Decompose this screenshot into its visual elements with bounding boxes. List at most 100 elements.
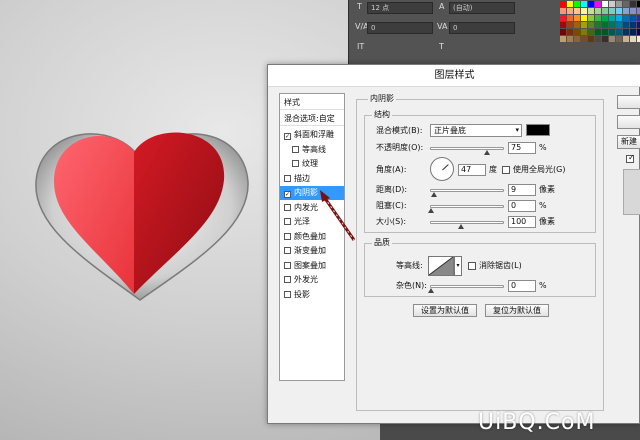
- color-swatch[interactable]: [574, 36, 580, 42]
- color-swatch[interactable]: [567, 8, 573, 14]
- cancel-button[interactable]: [617, 115, 640, 129]
- style-checkbox[interactable]: [292, 145, 299, 153]
- color-swatch[interactable]: [623, 15, 629, 21]
- style-list-item[interactable]: 投影: [280, 288, 344, 302]
- color-swatch[interactable]: [602, 1, 608, 7]
- color-swatch[interactable]: [560, 36, 566, 42]
- color-swatch[interactable]: [630, 8, 636, 14]
- color-swatch[interactable]: [623, 8, 629, 14]
- color-swatch[interactable]: [560, 8, 566, 14]
- style-list-header[interactable]: 样式: [280, 96, 344, 110]
- color-swatch[interactable]: [567, 22, 573, 28]
- style-list-item[interactable]: 纹理: [280, 157, 344, 171]
- set-default-button[interactable]: 设置为默认值: [413, 304, 477, 317]
- style-list-item[interactable]: 等高线: [280, 143, 344, 157]
- color-swatch[interactable]: [574, 15, 580, 21]
- size-slider[interactable]: [430, 221, 504, 229]
- style-checkbox[interactable]: [284, 174, 291, 182]
- kerning-field[interactable]: 0: [367, 22, 433, 34]
- choke-input[interactable]: 0: [508, 200, 536, 212]
- color-swatch[interactable]: [616, 29, 622, 35]
- new-style-button[interactable]: 新建: [617, 135, 640, 149]
- color-swatch[interactable]: [630, 1, 636, 7]
- style-checkbox[interactable]: ✓: [284, 133, 291, 140]
- color-swatch[interactable]: [602, 15, 608, 21]
- color-swatch[interactable]: [567, 36, 573, 42]
- contour-preview[interactable]: [428, 256, 454, 276]
- color-swatch[interactable]: [609, 29, 615, 35]
- shadow-color-swatch[interactable]: [526, 124, 550, 136]
- style-list-item[interactable]: 图案叠加: [280, 259, 344, 273]
- color-swatch[interactable]: [595, 15, 601, 21]
- color-swatch[interactable]: [602, 36, 608, 42]
- color-swatch[interactable]: [609, 36, 615, 42]
- color-swatch[interactable]: [630, 29, 636, 35]
- style-checkbox[interactable]: [284, 203, 291, 211]
- color-swatch[interactable]: [581, 29, 587, 35]
- color-swatch[interactable]: [609, 15, 615, 21]
- reset-default-button[interactable]: 复位为默认值: [485, 304, 549, 317]
- color-swatch[interactable]: [609, 22, 615, 28]
- font-size-field[interactable]: 12 点: [367, 2, 433, 14]
- color-swatch[interactable]: [588, 29, 594, 35]
- color-swatch[interactable]: [588, 36, 594, 42]
- size-slider-thumb[interactable]: [457, 224, 464, 229]
- color-swatch[interactable]: [623, 22, 629, 28]
- color-swatch[interactable]: [623, 36, 629, 42]
- opacity-slider-thumb[interactable]: [483, 150, 490, 155]
- noise-slider-thumb[interactable]: [428, 288, 434, 293]
- distance-slider[interactable]: [430, 189, 504, 197]
- color-swatch[interactable]: [567, 1, 573, 7]
- blend-mode-select[interactable]: 正片叠底 ▾: [430, 124, 522, 137]
- color-swatch[interactable]: [623, 1, 629, 7]
- angle-dial[interactable]: [430, 157, 454, 181]
- color-swatch[interactable]: [581, 36, 587, 42]
- global-light-checkbox[interactable]: [502, 166, 510, 174]
- color-swatch[interactable]: [581, 15, 587, 21]
- color-swatch[interactable]: [588, 15, 594, 21]
- color-swatch[interactable]: [616, 15, 622, 21]
- distance-slider-thumb[interactable]: [430, 192, 437, 197]
- color-swatch[interactable]: [574, 8, 580, 14]
- color-swatch[interactable]: [602, 8, 608, 14]
- color-swatch[interactable]: [588, 22, 594, 28]
- blend-options-item[interactable]: 混合选项:自定: [280, 112, 344, 126]
- color-swatch[interactable]: [574, 22, 580, 28]
- tracking-field[interactable]: 0: [449, 22, 515, 34]
- color-swatch[interactable]: [616, 36, 622, 42]
- color-swatch[interactable]: [616, 22, 622, 28]
- color-swatch[interactable]: [560, 22, 566, 28]
- ok-button[interactable]: [617, 95, 640, 109]
- noise-slider[interactable]: [428, 285, 504, 293]
- style-checkbox[interactable]: ✓: [284, 191, 291, 198]
- color-swatch[interactable]: [630, 36, 636, 42]
- color-swatch[interactable]: [595, 36, 601, 42]
- color-swatch[interactable]: [595, 8, 601, 14]
- style-checkbox[interactable]: [284, 276, 291, 283]
- color-swatch[interactable]: [623, 29, 629, 35]
- choke-slider-thumb[interactable]: [428, 208, 434, 213]
- color-swatch[interactable]: [595, 22, 601, 28]
- color-swatch[interactable]: [630, 22, 636, 28]
- style-checkbox[interactable]: [284, 218, 291, 225]
- color-swatch[interactable]: [581, 22, 587, 28]
- noise-input[interactable]: 0: [508, 280, 536, 292]
- contour-dropdown[interactable]: ▾: [454, 256, 462, 276]
- color-swatch[interactable]: [560, 29, 566, 35]
- style-list-item[interactable]: 描边: [280, 172, 344, 186]
- size-input[interactable]: 100: [508, 216, 536, 228]
- color-swatch[interactable]: [574, 1, 580, 7]
- color-swatch[interactable]: [616, 1, 622, 7]
- color-swatch[interactable]: [588, 1, 594, 7]
- style-checkbox[interactable]: [284, 247, 291, 254]
- color-swatch[interactable]: [560, 15, 566, 21]
- color-swatch[interactable]: [609, 8, 615, 14]
- style-checkbox[interactable]: [284, 232, 291, 240]
- antialias-checkbox[interactable]: [468, 262, 476, 270]
- color-swatch[interactable]: [581, 1, 587, 7]
- color-swatch[interactable]: [567, 29, 573, 35]
- color-swatch[interactable]: [630, 15, 636, 21]
- color-swatch[interactable]: [595, 29, 601, 35]
- color-swatch[interactable]: [581, 8, 587, 14]
- color-swatch[interactable]: [567, 15, 573, 21]
